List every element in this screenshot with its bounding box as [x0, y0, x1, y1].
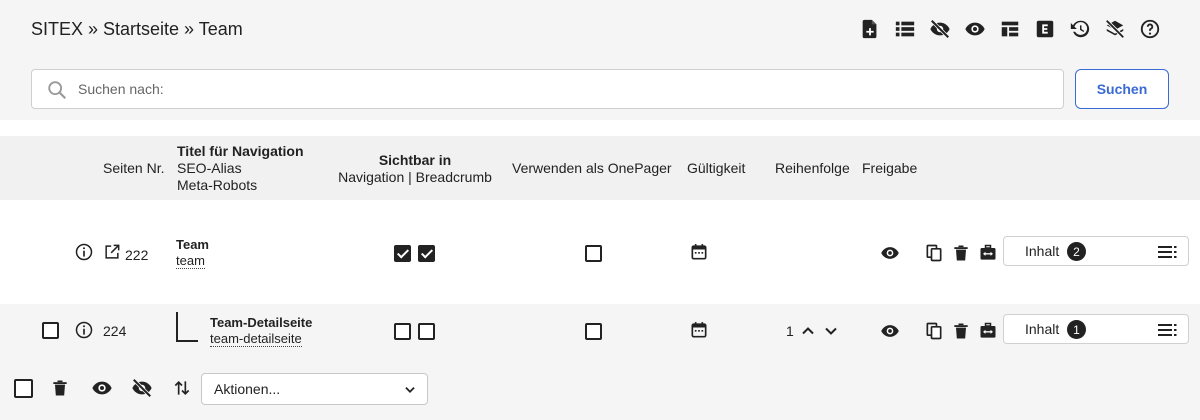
row-select-checkbox[interactable]	[42, 322, 59, 339]
table-header: Seiten Nr. Titel für Navigation SEO-Alia…	[0, 136, 1200, 200]
row-title: Team-Detailseite	[210, 315, 313, 330]
elementor-icon[interactable]	[1033, 17, 1057, 41]
page-title-cell: Team team	[176, 237, 209, 269]
eye-icon[interactable]	[880, 243, 900, 263]
sort-icon[interactable]	[172, 378, 192, 398]
header-title-nav: Titel für Navigation	[177, 143, 304, 159]
move-icon[interactable]	[978, 321, 998, 341]
header-order: Reihenfolge	[775, 160, 850, 176]
actions-select-label: Aktionen...	[214, 381, 281, 397]
chevron-down-icon	[405, 387, 415, 393]
order-value: 1	[786, 323, 794, 339]
header-title-alias: SEO-Alias	[177, 160, 242, 176]
table-row: 222 Team team Inhalt 2	[0, 200, 1200, 304]
header-visible-title: Sichtbar in	[378, 152, 452, 168]
new-page-icon[interactable]	[858, 17, 882, 41]
content-menu-icon[interactable]	[1158, 322, 1178, 338]
table-row: 224 Team-Detailseite team-detailseite 1 …	[0, 304, 1200, 358]
content-button[interactable]: Inhalt 1	[1003, 314, 1189, 344]
eye-slash-icon[interactable]	[928, 17, 952, 41]
eye-icon[interactable]	[880, 321, 900, 341]
nav-visible-checkbox[interactable]	[394, 245, 411, 262]
breadcrumb-visible-checkbox[interactable]	[418, 323, 435, 340]
list-icon[interactable]	[893, 17, 917, 41]
calendar-icon[interactable]	[689, 242, 709, 262]
header-title-robots: Meta-Robots	[177, 177, 258, 193]
breadcrumb[interactable]: SITEX » Startseite » Team	[31, 19, 243, 40]
calendar-icon[interactable]	[689, 320, 709, 340]
search-icon	[48, 81, 67, 100]
search-button[interactable]: Suchen	[1075, 69, 1169, 109]
content-label: Inhalt	[1025, 321, 1060, 337]
actions-select[interactable]: Aktionen...	[201, 373, 428, 405]
search-input[interactable]	[78, 78, 1038, 100]
bulk-actions-bar: Aktionen...	[0, 358, 1200, 420]
header: SITEX » Startseite » Team	[0, 0, 1200, 58]
header-title: Titel für Navigation SEO-Alias Meta-Robo…	[177, 143, 304, 194]
external-link-icon[interactable]	[102, 242, 122, 262]
info-icon[interactable]	[74, 242, 94, 262]
history-icon[interactable]	[1068, 17, 1092, 41]
move-icon[interactable]	[978, 243, 998, 263]
search-bar: Suchen	[0, 58, 1200, 120]
layers-slash-icon[interactable]	[1103, 17, 1127, 41]
onepager-checkbox[interactable]	[585, 245, 602, 262]
page-number: 222	[125, 247, 149, 263]
chevron-up-icon[interactable]	[798, 321, 818, 341]
layout-icon[interactable]	[998, 17, 1022, 41]
row-alias[interactable]: team-detailseite	[210, 331, 302, 347]
page-title-cell: Team-Detailseite team-detailseite	[210, 315, 313, 347]
row-alias[interactable]: team	[176, 253, 205, 269]
header-visible-sub: Navigation | Breadcrumb	[338, 169, 492, 185]
row-title: Team	[176, 237, 209, 252]
trash-icon[interactable]	[951, 321, 971, 341]
header-visible: Sichtbar in Navigation | Breadcrumb	[334, 152, 496, 186]
content-button[interactable]: Inhalt 2	[1003, 236, 1189, 266]
header-validity: Gültigkeit	[687, 160, 746, 176]
chevron-down-icon[interactable]	[821, 321, 841, 341]
content-menu-icon[interactable]	[1158, 244, 1178, 260]
page-number: 224	[103, 323, 127, 339]
copy-icon[interactable]	[924, 321, 944, 341]
content-count-badge: 2	[1067, 242, 1086, 261]
search-box	[31, 69, 1064, 109]
info-icon[interactable]	[74, 320, 94, 340]
onepager-checkbox[interactable]	[585, 323, 602, 340]
breadcrumb-visible-checkbox[interactable]	[418, 245, 435, 262]
toolbar	[858, 17, 1162, 41]
eye-icon[interactable]	[89, 378, 115, 398]
eye-icon[interactable]	[963, 17, 987, 41]
nav-visible-checkbox[interactable]	[394, 323, 411, 340]
header-release: Freigabe	[862, 160, 918, 176]
trash-icon[interactable]	[50, 378, 70, 398]
spacer	[0, 120, 1200, 136]
select-all-checkbox[interactable]	[14, 379, 33, 398]
trash-icon[interactable]	[951, 243, 971, 263]
copy-icon[interactable]	[924, 243, 944, 263]
eye-slash-icon[interactable]	[129, 378, 155, 398]
header-page-nr: Seiten Nr.	[103, 160, 165, 176]
header-onepager: Verwenden als OnePager	[512, 160, 672, 176]
tree-connector	[176, 312, 198, 342]
content-label: Inhalt	[1025, 243, 1060, 259]
content-count-badge: 1	[1067, 320, 1086, 339]
help-icon[interactable]	[1138, 17, 1162, 41]
